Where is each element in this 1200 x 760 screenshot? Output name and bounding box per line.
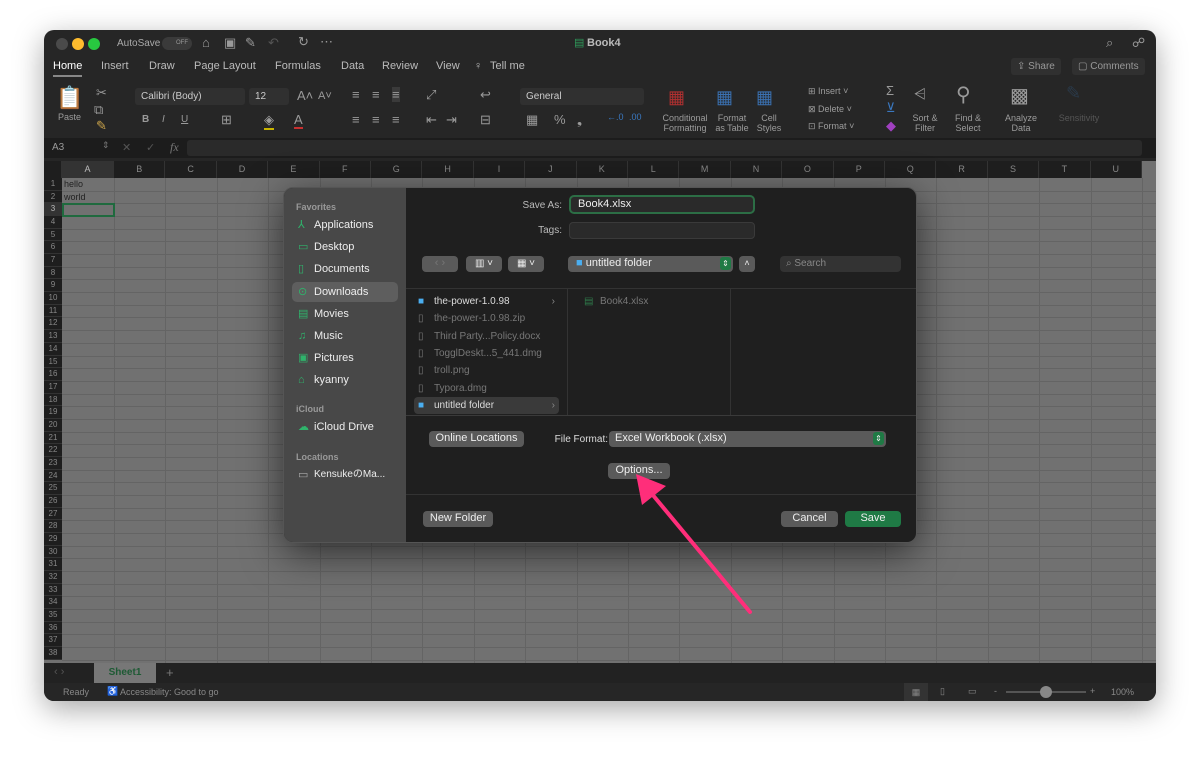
arrow-shaft — [650, 492, 752, 614]
arrow-head — [636, 474, 666, 505]
annotation-arrow — [636, 474, 752, 614]
